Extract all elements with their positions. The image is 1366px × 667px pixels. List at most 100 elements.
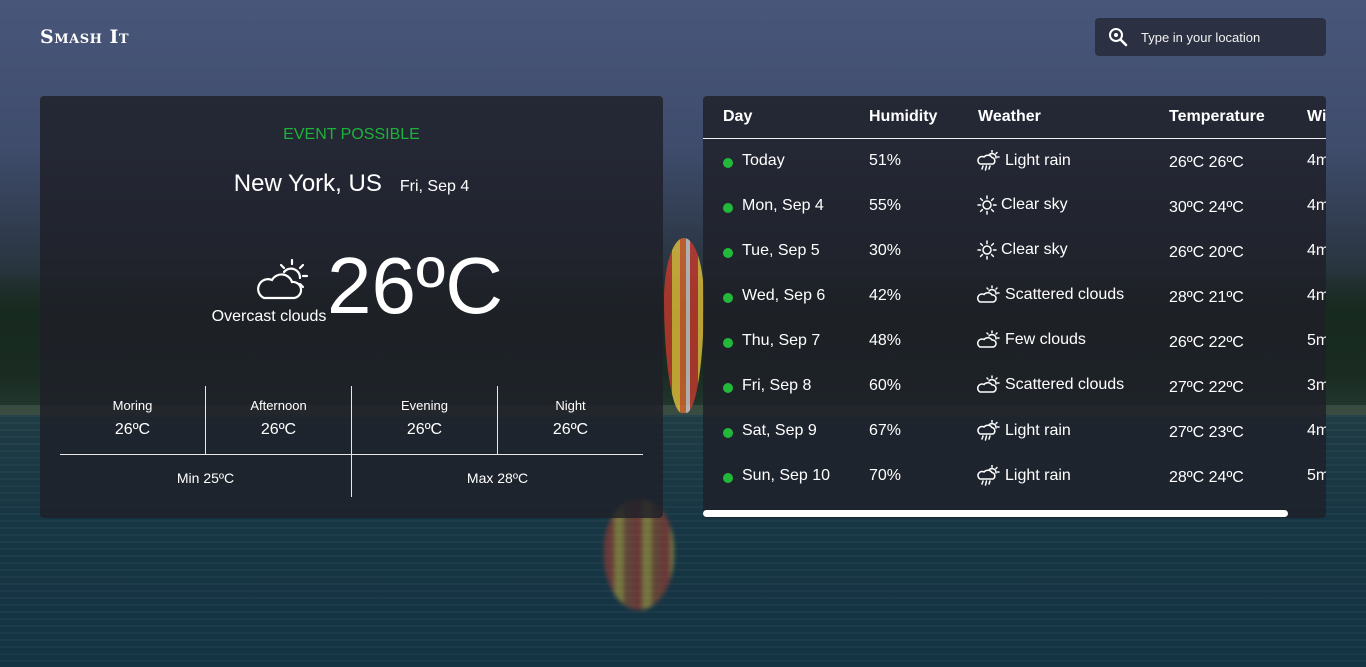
humidity-cell: 70% xyxy=(869,467,902,484)
day-cell: Mon, Sep 4 xyxy=(742,197,824,214)
weather-text: Scattered clouds xyxy=(1005,376,1125,393)
table-row: Tue, Sep 5 30% Clear sky 26ºC 20ºC 4m xyxy=(703,229,1326,274)
humidity-cell: 51% xyxy=(869,152,902,169)
weather-text: Scattered clouds xyxy=(1005,286,1125,303)
period-evening: Evening 26ºC xyxy=(352,386,498,454)
wind-cell: 4m xyxy=(1307,422,1326,439)
day-cell: Sat, Sep 9 xyxy=(742,422,817,439)
day-cell: Sun, Sep 10 xyxy=(742,467,831,484)
weather-cell: Light rain xyxy=(977,465,1071,487)
status-dot xyxy=(723,203,733,213)
location-name: New York, US xyxy=(233,170,382,197)
column-header-temperature: Temperature xyxy=(1169,108,1265,125)
table-row: Wed, Sep 6 42% Scattered clouds 28ºC 21ºC 4m xyxy=(703,274,1326,319)
rain-icon xyxy=(977,150,1001,172)
column-header-wind: Wi xyxy=(1307,108,1326,125)
weather-text: Light rain xyxy=(1005,467,1071,484)
table-row: Sat, Sep 9 67% Light rain 27ºC 23ºC 4m xyxy=(703,409,1326,454)
day-periods: Moring 26ºC Afternoon 26ºC Evening 26ºC … xyxy=(60,386,643,454)
sun-icon xyxy=(977,195,997,215)
day-cell: Today xyxy=(742,152,785,169)
table-row: Fri, Sep 8 60% Scattered clouds 27ºC 22ºC 3m xyxy=(703,364,1326,409)
forecast-table: Day Humidity Weather Temperature Wi Toda… xyxy=(703,96,1326,518)
temperature-cell: 28ºC 24ºC xyxy=(1169,469,1244,486)
wind-cell: 4m xyxy=(1307,242,1326,259)
min-max-row: Min 25ºC Max 28ºC xyxy=(60,454,643,497)
wind-cell: 3m xyxy=(1307,377,1326,394)
sun-icon xyxy=(977,240,997,260)
period-afternoon: Afternoon 26ºC xyxy=(206,386,352,454)
status-dot xyxy=(723,248,733,258)
period-night: Night 26ºC xyxy=(498,386,643,454)
status-dot xyxy=(723,158,733,168)
location-row: New York, US Fri, Sep 4 xyxy=(40,170,663,198)
day-cell: Tue, Sep 5 xyxy=(742,242,820,259)
status-dot xyxy=(723,338,733,348)
period-temp: 26ºC xyxy=(552,421,589,438)
day-cell: Wed, Sep 6 xyxy=(742,287,826,304)
weather-text: Light rain xyxy=(1005,152,1071,169)
search-input[interactable] xyxy=(1141,29,1316,45)
partly-cloudy-icon xyxy=(977,330,1001,350)
max-temperature: Max 28ºC xyxy=(466,470,529,486)
weather-text: Clear sky xyxy=(1001,241,1068,258)
period-temp: 26ºC xyxy=(114,421,151,438)
wind-cell: 4m xyxy=(1307,152,1326,169)
min-temperature: Min 25ºC xyxy=(60,455,352,497)
humidity-cell: 48% xyxy=(869,332,902,349)
current-condition: Overcast clouds xyxy=(206,258,332,326)
table-row: Sun, Sep 10 70% Light rain 28ºC 24ºC 5m xyxy=(703,454,1326,499)
temperature-cell: 26ºC 20ºC xyxy=(1169,244,1244,261)
table-row: Thu, Sep 7 48% Few clouds 26ºC 22ºC 5m xyxy=(703,319,1326,364)
weather-cell: Clear sky xyxy=(977,240,1068,260)
weather-cell: Scattered clouds xyxy=(977,285,1124,305)
condition-text: Overcast clouds xyxy=(211,308,327,325)
search-icon[interactable] xyxy=(1095,18,1141,56)
weather-cell: Few clouds xyxy=(977,330,1086,350)
period-label: Afternoon xyxy=(250,398,307,413)
table-row: Mon, Sep 4 55% Clear sky 30ºC 24ºC 4m xyxy=(703,184,1326,229)
status-dot xyxy=(723,428,733,438)
horizontal-scrollbar[interactable] xyxy=(703,510,1288,517)
wind-cell: 4m xyxy=(1307,197,1326,214)
humidity-cell: 30% xyxy=(869,242,902,259)
search-bar[interactable] xyxy=(1095,18,1326,56)
temperature-cell: 28ºC 21ºC xyxy=(1169,289,1244,306)
status-dot xyxy=(723,383,733,393)
current-date: Fri, Sep 4 xyxy=(399,178,470,195)
humidity-cell: 55% xyxy=(869,197,902,214)
temperature-cell: 26ºC 26ºC xyxy=(1169,154,1244,171)
column-header-weather: Weather xyxy=(978,108,1041,125)
period-label: Evening xyxy=(401,398,448,413)
period-label: Night xyxy=(555,398,586,413)
weather-text: Clear sky xyxy=(1001,196,1068,213)
humidity-cell: 67% xyxy=(869,422,902,439)
partly-cloudy-icon xyxy=(977,285,1001,305)
humidity-cell: 42% xyxy=(869,287,902,304)
column-header-humidity: Humidity xyxy=(869,108,938,125)
temperature-cell: 27ºC 23ºC xyxy=(1169,424,1244,441)
day-cell: Thu, Sep 7 xyxy=(742,332,821,349)
status-dot xyxy=(723,293,733,303)
temperature-cell: 27ºC 22ºC xyxy=(1169,379,1244,396)
humidity-cell: 60% xyxy=(869,377,902,394)
current-weather-card: EVENT POSSIBLE New York, US Fri, Sep 4 Ov… xyxy=(40,96,663,518)
wind-cell: 5m xyxy=(1307,332,1326,349)
rain-icon xyxy=(977,420,1001,442)
day-cell: Fri, Sep 8 xyxy=(742,377,812,394)
table-row: Today 51% Light rain 26ºC 26ºC 4m xyxy=(703,139,1326,184)
weather-cell: Light rain xyxy=(977,420,1071,442)
temperature-cell: 30ºC 24ºC xyxy=(1169,199,1244,216)
weather-cell: Clear sky xyxy=(977,195,1068,215)
weather-cell: Light rain xyxy=(977,150,1071,172)
status-dot xyxy=(723,473,733,483)
weather-text: Light rain xyxy=(1005,422,1071,439)
wind-cell: 5m xyxy=(1307,467,1326,484)
wind-cell: 4m xyxy=(1307,287,1326,304)
app-logo[interactable]: Smash It xyxy=(40,26,129,48)
partly-cloudy-icon xyxy=(236,258,332,306)
period-temp: 26ºC xyxy=(406,421,443,438)
period-morning: Moring 26ºC xyxy=(60,386,206,454)
current-temperature: 26ºC xyxy=(327,241,503,330)
temperature-cell: 26ºC 22ºC xyxy=(1169,334,1244,351)
